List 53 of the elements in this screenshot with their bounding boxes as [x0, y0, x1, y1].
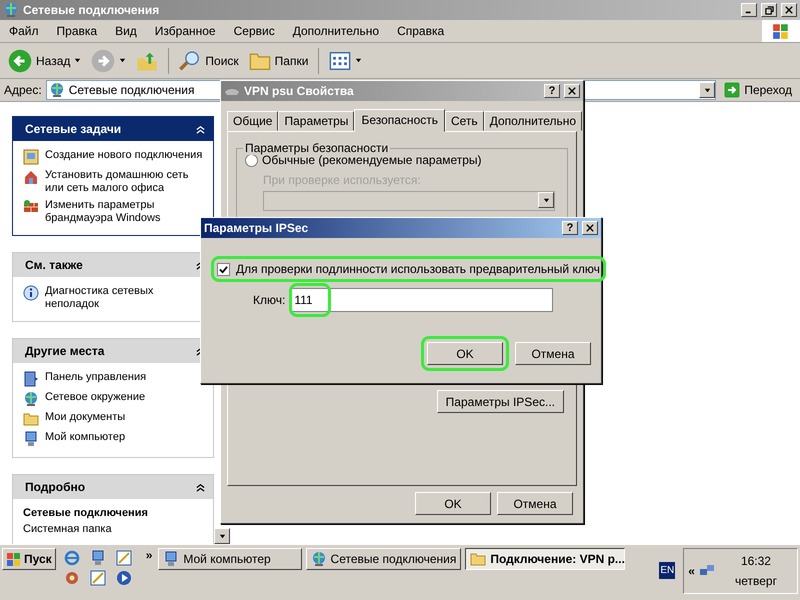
clock-time: 16:32 [740, 554, 771, 568]
taskbar-button[interactable]: Мой компьютер [158, 548, 302, 570]
help-button[interactable]: ? [544, 84, 560, 98]
panel-header[interactable]: Сетевые задачи [13, 117, 213, 141]
task-link[interactable]: Мой компьютер [23, 431, 203, 447]
start-button[interactable]: Пуск [2, 548, 56, 570]
dialog-title-bar: Параметры IPSec ? [201, 218, 601, 238]
window-title: Сетевые подключения [23, 3, 160, 17]
folders-button[interactable]: Папки [244, 48, 312, 74]
menu-item[interactable]: Файл [0, 24, 48, 38]
tab[interactable]: Безопасность [354, 109, 445, 132]
tab[interactable]: Дополнительно [484, 111, 582, 131]
cancel-button[interactable]: Отмена [497, 492, 573, 515]
tab[interactable]: Сеть [444, 111, 484, 131]
folder-type: Системная папка [23, 523, 113, 535]
menu-item[interactable]: Дополнительно [284, 24, 388, 38]
menu-item[interactable]: Вид [106, 24, 146, 38]
address-label: Адрес: [4, 83, 42, 97]
search-button[interactable]: Поиск [175, 48, 243, 74]
task-link[interactable]: Панель управления [23, 371, 203, 387]
ipsec-settings-button[interactable]: Параметры IPSec... [436, 390, 564, 413]
cancel-button[interactable]: Отмена [515, 342, 591, 365]
key-label: Ключ: [253, 293, 286, 307]
menu-item[interactable]: Сервис [224, 24, 284, 38]
language-indicator[interactable]: EN [659, 562, 676, 579]
task-link[interactable]: Установить домашнюю сеть или сеть малого офиса [23, 169, 203, 195]
task-link[interactable]: Сетевое окружение [23, 391, 203, 407]
tab[interactable]: Параметры [278, 111, 354, 131]
task-link[interactable]: Изменить параметры брандмауэра Windows [23, 199, 203, 225]
clock-day: четверг [734, 574, 777, 588]
taskbar-button[interactable]: Сетевые подключения [306, 548, 462, 570]
help-button[interactable]: ? [562, 221, 578, 235]
tab[interactable]: Общие [227, 111, 278, 131]
group-title: Параметры безопасности [243, 141, 390, 155]
task-link[interactable]: Мои документы [23, 411, 203, 427]
dialog-title-bar: VPN psu Свойства ? [221, 81, 583, 101]
menu-item[interactable]: Избранное [146, 24, 225, 38]
folder-name: Сетевые подключения [23, 507, 149, 519]
ok-button[interactable]: OK [415, 492, 491, 515]
more-button[interactable]: » [144, 548, 154, 562]
menu-item[interactable]: Справка [388, 24, 454, 38]
radio-option[interactable]: Обычные (рекомендуемые параметры) [245, 153, 559, 167]
menu-item[interactable]: Правка [48, 24, 106, 38]
tray-expand-button[interactable]: « [688, 564, 695, 578]
task-link[interactable]: Диагностика сетевых неполадок [23, 285, 203, 311]
checkbox-label[interactable]: Для проверки подлинности использовать предварительный ключ [236, 262, 600, 276]
back-button[interactable]: Назад [4, 46, 86, 74]
go-button[interactable]: Переход [720, 82, 796, 98]
key-field[interactable]: 111 [291, 288, 554, 312]
panel-header[interactable]: Подробно [13, 475, 213, 499]
task-link[interactable]: Создание нового подключения [23, 149, 203, 165]
taskbar-button[interactable]: Подключение: VPN p... [465, 548, 626, 570]
ok-button[interactable]: OK [427, 342, 503, 365]
